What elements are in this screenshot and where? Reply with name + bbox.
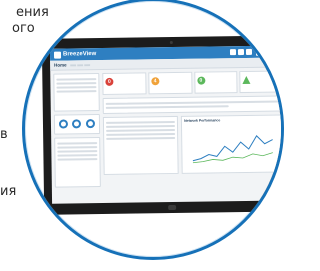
dashboard-body: 0 4 0 Network Performance bbox=[50, 67, 281, 190]
background-text-line-4: ия bbox=[0, 184, 17, 199]
header-button-2[interactable] bbox=[237, 49, 245, 56]
background-text-line-2: ого bbox=[12, 21, 35, 36]
background-text-line-3: в bbox=[0, 127, 8, 142]
notes-panel bbox=[102, 115, 179, 175]
alert-card-4[interactable] bbox=[239, 70, 281, 94]
tablet-home-button bbox=[168, 204, 177, 211]
tablet-device: BreezeView Home 0 4 0 Network Performanc… bbox=[41, 35, 281, 215]
right-column: 0 4 0 Network Performance bbox=[102, 70, 281, 187]
alert-card-1[interactable]: 0 bbox=[102, 72, 147, 95]
alert-card-3[interactable]: 0 bbox=[193, 71, 238, 94]
network-performance-title: Network Performance bbox=[184, 118, 221, 123]
app-logo-icon bbox=[53, 51, 62, 59]
user-menu[interactable] bbox=[255, 47, 281, 56]
page-title: Home bbox=[54, 62, 67, 68]
tablet-screen: BreezeView Home 0 4 0 Network Performanc… bbox=[49, 45, 281, 204]
ring-icon bbox=[72, 119, 82, 129]
tablet-camera bbox=[169, 40, 173, 45]
ring-icon bbox=[85, 119, 95, 129]
network-chart bbox=[192, 135, 274, 164]
alert-critical-icon: 0 bbox=[105, 77, 114, 86]
left-panel-1 bbox=[53, 73, 100, 112]
ring-icon bbox=[59, 119, 69, 129]
left-panel-3 bbox=[54, 137, 101, 188]
left-column bbox=[53, 73, 101, 188]
alert-warning-icon: 4 bbox=[151, 77, 160, 86]
triangle-icon bbox=[242, 75, 251, 85]
breadcrumb-1[interactable] bbox=[69, 63, 76, 66]
header-button-3[interactable] bbox=[245, 48, 253, 55]
alert-ok-icon: 0 bbox=[196, 76, 205, 85]
alerts-row: 0 4 0 bbox=[102, 70, 281, 95]
app-brand: BreezeView bbox=[62, 51, 97, 58]
alert-card-2[interactable]: 4 bbox=[148, 71, 193, 95]
header-button-1[interactable] bbox=[229, 49, 237, 56]
network-series-line-2 bbox=[193, 152, 274, 164]
left-panel-2 bbox=[53, 114, 101, 135]
bottom-row: Network Performance bbox=[102, 114, 281, 175]
background-text-line-1: ения bbox=[16, 5, 49, 20]
network-performance-panel: Network Performance bbox=[181, 114, 281, 174]
circular-frame: BreezeView Home 0 4 0 Network Performanc… bbox=[22, 0, 284, 260]
breadcrumb-2[interactable] bbox=[76, 63, 83, 66]
summary-panel bbox=[102, 95, 281, 114]
breadcrumb-3[interactable] bbox=[83, 63, 90, 66]
